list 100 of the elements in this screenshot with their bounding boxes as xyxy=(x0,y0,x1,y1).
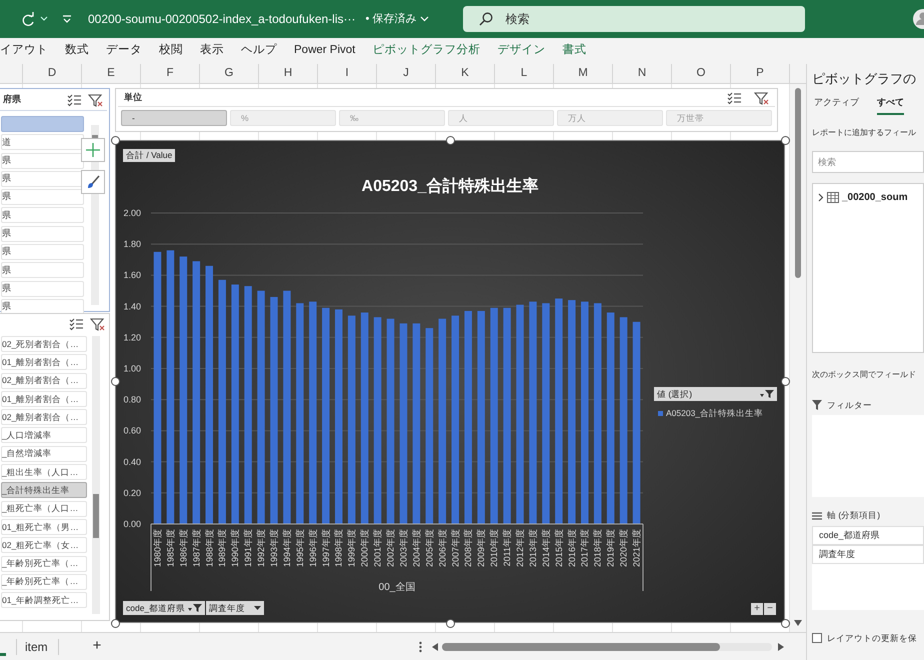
vertical-scrollbar[interactable] xyxy=(790,84,806,632)
bar[interactable] xyxy=(231,284,239,524)
slicer-item[interactable]: 02_死別者割合（… xyxy=(1,336,87,352)
bar[interactable] xyxy=(606,312,614,524)
column-header[interactable]: H xyxy=(259,64,318,83)
slicer-item[interactable]: 01_離別者割合（… xyxy=(1,390,87,407)
value-field-button[interactable]: 合計 / Value xyxy=(123,149,176,162)
bar[interactable] xyxy=(620,317,628,524)
legend-field-button[interactable]: 値 (選択) xyxy=(654,387,777,401)
bar[interactable] xyxy=(568,300,576,524)
slicer-item[interactable]: 01_粗死亡率（男… xyxy=(1,518,87,535)
bar[interactable] xyxy=(348,316,356,524)
column-header[interactable]: N xyxy=(613,64,672,83)
bar[interactable] xyxy=(180,256,188,524)
axis-field-item[interactable]: 調査年度 xyxy=(812,545,924,564)
clear-filter-icon[interactable] xyxy=(90,317,105,331)
slicer-item[interactable]: _粗出生率（人口… xyxy=(1,464,87,480)
selection-handle[interactable] xyxy=(110,136,120,144)
slicer-item[interactable]: _年齢別死亡率（… xyxy=(1,556,87,572)
bar[interactable] xyxy=(374,317,382,524)
ribbon-tab[interactable]: データ xyxy=(106,42,142,60)
bar[interactable] xyxy=(464,310,472,524)
column-header[interactable]: P xyxy=(731,64,790,83)
bar[interactable] xyxy=(154,252,162,524)
ribbon-tab[interactable]: 校閲 xyxy=(159,42,183,60)
slicer-item[interactable]: _年齢別死亡率（… xyxy=(1,574,87,590)
column-header[interactable]: K xyxy=(436,64,495,83)
bar[interactable] xyxy=(360,312,368,524)
column-header[interactable]: O xyxy=(672,64,731,83)
slicer-item[interactable]: 県 xyxy=(1,170,84,187)
pane-tab[interactable]: アクティブ xyxy=(814,96,859,114)
bar[interactable] xyxy=(555,298,563,524)
ribbon-tab[interactable]: デザイン xyxy=(497,42,546,60)
bar[interactable] xyxy=(166,250,174,524)
ribbon-tab[interactable]: 表示 xyxy=(200,42,224,60)
scroll-left-arrow-icon[interactable] xyxy=(432,642,438,650)
bar[interactable] xyxy=(218,280,226,524)
bar[interactable] xyxy=(503,308,511,524)
slicer-item[interactable]: 県 xyxy=(1,226,84,242)
ribbon-tab[interactable]: 数式 xyxy=(65,42,89,60)
column-header[interactable]: F xyxy=(141,64,200,83)
slicer-item[interactable]: 県 xyxy=(1,207,84,224)
bar[interactable] xyxy=(412,323,420,524)
add-button[interactable] xyxy=(81,138,105,162)
bar[interactable] xyxy=(192,261,200,524)
clear-filter-icon[interactable] xyxy=(88,92,103,106)
bar[interactable] xyxy=(206,266,214,524)
bar[interactable] xyxy=(516,304,524,524)
column-header[interactable]: M xyxy=(554,64,613,83)
bar[interactable] xyxy=(594,303,602,524)
selection-handle[interactable] xyxy=(446,136,454,144)
bar[interactable] xyxy=(632,322,640,524)
ribbon-tab[interactable]: ヘルプ xyxy=(241,42,277,60)
slicer-item[interactable]: _合計特殊出生率 xyxy=(1,482,87,498)
slicer-item[interactable]: 01_年齢調整死亡… xyxy=(1,592,87,608)
bar[interactable] xyxy=(270,296,278,524)
slicer-item[interactable]: 02_離別者割合（… xyxy=(1,372,87,389)
bar[interactable] xyxy=(400,323,408,524)
bar[interactable] xyxy=(438,318,446,524)
column-header[interactable]: L xyxy=(495,64,554,83)
axis-field-button[interactable]: 調査年度 xyxy=(206,601,264,615)
account-icon[interactable] xyxy=(912,8,924,30)
bar[interactable] xyxy=(244,286,252,524)
bar[interactable] xyxy=(322,308,330,524)
slicer-item[interactable]: 02_粗死亡率（女… xyxy=(1,537,87,554)
slicer-item[interactable]: - xyxy=(121,110,227,126)
field-search-field[interactable]: 検索 xyxy=(812,150,924,172)
save-status[interactable]: • 保存済み xyxy=(366,10,430,28)
slicer-item[interactable]: 県 xyxy=(1,280,84,297)
slicer-item[interactable]: 02_離別者割合（… xyxy=(1,409,87,426)
ribbon-tab[interactable]: イアウト xyxy=(0,42,48,60)
scroll-down-arrow-icon[interactable] xyxy=(794,620,802,626)
slicer-item[interactable]: _自然増減率 xyxy=(1,446,87,462)
ribbon-tab[interactable]: Power Pivot xyxy=(294,42,356,60)
field-table-item[interactable]: _00200_soum xyxy=(818,190,923,204)
style-button[interactable] xyxy=(81,170,105,194)
multi-select-icon[interactable] xyxy=(69,317,84,331)
slicer-item[interactable]: 01_離別者割合（… xyxy=(1,354,87,370)
ribbon-tab[interactable]: ピボットグラフ分析 xyxy=(372,42,480,60)
slicer-item[interactable]: 県 xyxy=(1,298,84,315)
column-header[interactable]: G xyxy=(200,64,259,83)
slicer-item[interactable]: 道 xyxy=(1,134,84,150)
horizontal-scrollbar[interactable] xyxy=(442,642,772,650)
selection-handle[interactable] xyxy=(780,136,790,144)
slicer-item[interactable]: _人口増減率 xyxy=(1,427,87,444)
column-header[interactable]: J xyxy=(377,64,436,83)
multi-select-icon[interactable] xyxy=(727,90,742,104)
bar[interactable] xyxy=(386,318,394,524)
checkbox[interactable] xyxy=(812,633,822,644)
column-header[interactable]: I xyxy=(318,64,377,83)
bar[interactable] xyxy=(542,303,550,524)
clear-filter-icon[interactable] xyxy=(754,90,769,104)
bar[interactable] xyxy=(452,316,460,524)
column-header[interactable]: D xyxy=(23,64,82,83)
multi-select-icon[interactable] xyxy=(67,92,82,106)
expand-button[interactable]: + xyxy=(751,603,763,615)
bar[interactable] xyxy=(426,328,434,524)
search-field[interactable]: 検索 xyxy=(463,6,806,32)
slicer-item[interactable]: 県 xyxy=(1,244,84,260)
slicer-item[interactable]: _粗死亡率（人口… xyxy=(1,500,87,517)
